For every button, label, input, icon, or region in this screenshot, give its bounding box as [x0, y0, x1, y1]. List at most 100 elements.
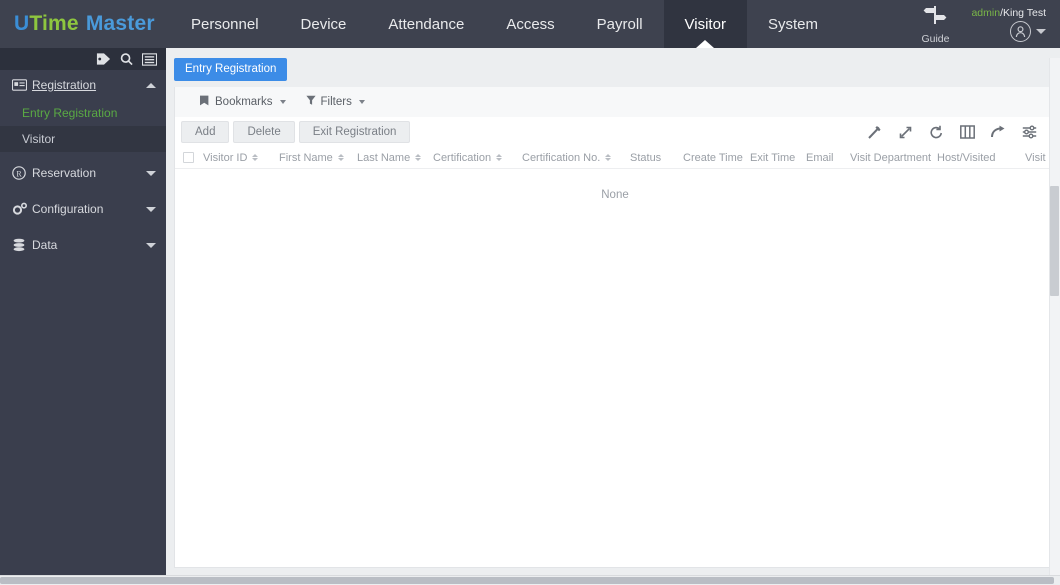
- nav-item-personnel[interactable]: Personnel: [170, 0, 280, 48]
- chevron-down-icon: [358, 100, 365, 104]
- sidebar-item-visitor[interactable]: Visitor: [0, 126, 166, 152]
- chevron-down-icon[interactable]: [1036, 28, 1046, 34]
- svg-text:R: R: [16, 169, 22, 178]
- sort-icon[interactable]: [496, 153, 503, 162]
- active-tab-pointer: [696, 40, 715, 48]
- add-button[interactable]: Add: [181, 121, 230, 143]
- vertical-scrollbar-track[interactable]: [1049, 58, 1060, 585]
- table-empty-message: None: [601, 189, 629, 201]
- search-icon[interactable]: [120, 52, 133, 66]
- header-right-group: Guide admin/King Test: [905, 0, 1060, 48]
- settings-icon[interactable]: [1022, 125, 1037, 139]
- exit-registration-button[interactable]: Exit Registration: [298, 121, 411, 143]
- column-header-create-time[interactable]: Create Time: [683, 152, 750, 164]
- nav-item-device[interactable]: Device: [280, 0, 368, 48]
- nav-label: Attendance: [388, 15, 465, 33]
- nav-item-system[interactable]: System: [747, 0, 839, 48]
- avatar-icon: [1010, 20, 1031, 42]
- wand-icon[interactable]: [867, 125, 882, 140]
- column-header-host-visited[interactable]: Host/Visited: [937, 152, 1025, 164]
- chevron-down-icon[interactable]: [146, 206, 156, 212]
- sort-icon[interactable]: [605, 153, 612, 162]
- sort-icon[interactable]: [252, 153, 259, 162]
- expand-icon[interactable]: [898, 125, 913, 140]
- sidebar-group-label: Data: [32, 238, 58, 252]
- sort-icon[interactable]: [337, 153, 344, 162]
- user-menu[interactable]: admin/King Test: [965, 0, 1060, 48]
- logo-part-3: Master: [85, 12, 155, 35]
- chevron-up-icon[interactable]: [146, 82, 156, 88]
- column-header-certification-no[interactable]: Certification No.: [522, 152, 630, 164]
- refresh-icon[interactable]: [929, 125, 944, 140]
- left-sidebar: Registration Entry Registration Visitor …: [0, 48, 166, 585]
- column-label: Certification: [433, 151, 492, 164]
- sidebar-group-reservation[interactable]: R Reservation: [0, 158, 166, 188]
- list-icon[interactable]: [141, 52, 158, 66]
- chevron-down-icon[interactable]: [146, 170, 156, 176]
- table-header-row: Visitor ID First Name Last Name Certific…: [175, 147, 1055, 169]
- column-label: Certification No.: [522, 151, 601, 164]
- main-navigation: Personnel Device Attendance Access Payro…: [170, 0, 839, 48]
- column-header-last-name[interactable]: Last Name: [357, 152, 433, 164]
- sidebar-group-configuration[interactable]: Configuration: [0, 194, 166, 224]
- column-header-certification[interactable]: Certification: [433, 152, 522, 164]
- column-label: Host/Visited: [937, 151, 996, 164]
- database-icon: [12, 238, 32, 252]
- content-area: Entry Registration Bookmarks Filters Add…: [166, 48, 1060, 585]
- nav-label: Device: [300, 15, 347, 33]
- vertical-scrollbar-thumb[interactable]: [1050, 186, 1059, 296]
- tab-entry-registration[interactable]: Entry Registration: [174, 58, 288, 81]
- user-account: admin: [971, 6, 1001, 19]
- filter-toolbar: Bookmarks Filters: [175, 87, 1055, 117]
- column-header-status[interactable]: Status: [630, 152, 683, 164]
- nav-item-attendance[interactable]: Attendance: [367, 0, 485, 48]
- column-header-email[interactable]: Email: [806, 152, 850, 164]
- filters-button[interactable]: Filters: [305, 95, 365, 109]
- column-label: Status: [630, 151, 662, 164]
- avatar-row[interactable]: [1010, 20, 1046, 42]
- id-card-icon: [11, 79, 32, 91]
- chevron-down-icon[interactable]: [146, 242, 156, 248]
- column-label: Email: [806, 151, 834, 164]
- sidebar-item-entry-registration[interactable]: Entry Registration: [0, 100, 166, 126]
- nav-label: Payroll: [596, 15, 643, 33]
- sidebar-item-label: Entry Registration: [22, 106, 118, 120]
- horizontal-scrollbar-thumb[interactable]: [0, 577, 1054, 584]
- column-header-visitor-id[interactable]: Visitor ID: [203, 152, 279, 164]
- sidebar-icon-bar: [0, 48, 166, 70]
- app-logo[interactable]: U Time Master: [0, 0, 170, 48]
- columns-icon[interactable]: [960, 125, 975, 139]
- sort-icon[interactable]: [415, 153, 422, 162]
- user-display-name: /King Test: [1000, 6, 1046, 19]
- sidebar-group-label: Configuration: [32, 202, 104, 216]
- logo-part-1: U: [14, 12, 30, 35]
- funnel-icon: [305, 95, 316, 109]
- column-header-exit-time[interactable]: Exit Time: [750, 152, 806, 164]
- column-header-visit-department[interactable]: Visit Department: [850, 152, 937, 164]
- table-tool-icons: [867, 125, 1047, 140]
- bookmarks-button[interactable]: Bookmarks: [199, 95, 286, 109]
- sidebar-group-registration[interactable]: Registration: [0, 70, 166, 100]
- select-all-checkbox[interactable]: [183, 152, 194, 163]
- horizontal-scrollbar-track[interactable]: [0, 575, 1060, 585]
- export-icon[interactable]: [991, 125, 1006, 139]
- sidebar-group-label: Registration: [32, 78, 97, 92]
- sidebar-group-data[interactable]: Data: [0, 230, 166, 260]
- sidebar-item-label: Visitor: [22, 132, 56, 146]
- column-label: Visitor ID: [203, 151, 248, 164]
- nav-label: Visitor: [684, 15, 726, 33]
- nav-label: System: [767, 15, 818, 33]
- sidebar-group-label: Reservation: [32, 166, 97, 180]
- column-label: Last Name: [357, 151, 411, 164]
- nav-item-visitor[interactable]: Visitor: [663, 0, 747, 48]
- column-header-first-name[interactable]: First Name: [279, 152, 357, 164]
- action-button-row: Add Delete Exit Registration: [175, 117, 1055, 147]
- tag-icon[interactable]: [96, 52, 111, 66]
- nav-item-payroll[interactable]: Payroll: [576, 0, 664, 48]
- signpost-icon: [923, 4, 947, 31]
- nav-item-access[interactable]: Access: [485, 0, 575, 48]
- nav-label: Personnel: [191, 15, 259, 33]
- guide-button[interactable]: Guide: [905, 0, 965, 48]
- filters-label: Filters: [320, 96, 352, 108]
- delete-button[interactable]: Delete: [233, 121, 295, 143]
